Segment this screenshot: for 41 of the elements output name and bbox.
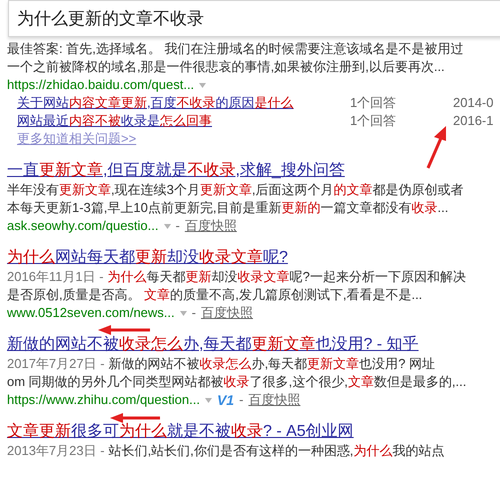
result-title-link[interactable]: 为什么网站每天都更新却没收录文章呢? bbox=[7, 247, 288, 268]
snippet-text: om 同期做的另外几个同类型网站都被收录了很多,这个很少,文章数但是最多的,... bbox=[7, 373, 466, 391]
question-link[interactable]: 关于网站内容文章更新,百度不收录的原因是什么 bbox=[17, 95, 294, 110]
url-text: www.0512seven.com/news... bbox=[7, 304, 175, 322]
arrow-drawing bbox=[426, 126, 446, 169]
snippet-text: 为什么每天都更新却没收录文章呢?一起来分析一下原因和解决 bbox=[108, 268, 466, 286]
snippet-text: 站长们,站长们,你们是否有这样的一种困惑,为什么我的站点 bbox=[108, 442, 444, 460]
snippet-text: 最佳答案: 首先,选择域名。 我们在注册域名的时候需要注意该域名是不是被用过 bbox=[7, 40, 464, 58]
snippet-text: 本每天更新1-3篇,早上10点前更新完,目前是重新更新的一篇文章都没有收录... bbox=[7, 199, 448, 217]
snippet-text: 半年没有更新文章,现在连续3个月 更新文章,后面这两个月 的文章都是伪原创或者 bbox=[7, 181, 464, 199]
arrow-drawing bbox=[110, 413, 160, 423]
snippet-text: 是否原创,质量是否高。 文章的质量不高,发几篇原创测试下,看看是不是... bbox=[7, 286, 422, 304]
answer-count: 1个回答 bbox=[350, 94, 398, 112]
snippet-text: 一个之前被降权的域名,那是一件很悲哀的事情,如果被你注册到,以后要再次... bbox=[7, 58, 445, 76]
date-text: 2016-1 bbox=[453, 112, 494, 130]
caret-icon[interactable] bbox=[180, 310, 187, 316]
separator-text: - bbox=[239, 391, 244, 409]
snapshot-link[interactable]: 百度快照 bbox=[248, 391, 300, 409]
result-title-link[interactable]: 一直更新文章,但百度就是不收录,求解_搜外问答 bbox=[7, 160, 345, 181]
question-link[interactable]: 网站最近内容不被收录是怎么回事 bbox=[17, 113, 212, 128]
separator-text: - bbox=[176, 217, 180, 235]
url-text: https://zhidao.baidu.com/quest... bbox=[7, 76, 194, 94]
snapshot-link[interactable]: 百度快照 bbox=[184, 217, 237, 235]
answer-count: 1个回答 bbox=[350, 112, 398, 130]
caret-icon[interactable] bbox=[164, 224, 170, 228]
date-text: 2016年11月1日 - bbox=[7, 268, 104, 286]
url-text: https://www.zhihu.com/question... bbox=[7, 391, 200, 409]
snapshot-link[interactable]: 百度快照 bbox=[200, 304, 253, 322]
separator-text: - bbox=[192, 304, 196, 322]
arrow-drawing bbox=[98, 325, 150, 335]
verified-text: V1 bbox=[216, 391, 234, 409]
caret-icon[interactable] bbox=[199, 82, 206, 88]
url-text: ask.seowhy.com/questio... bbox=[7, 217, 158, 235]
date-text: 2017年7月27日 - bbox=[7, 355, 105, 373]
date-text: 2014-0 bbox=[453, 94, 494, 112]
caret-icon[interactable] bbox=[204, 398, 212, 402]
snippet-text: 新做的网站不被收录怎么办,每天都更新文章也没用? 网址 bbox=[108, 355, 436, 373]
result-title-link[interactable]: 新做的网站不被收录怎么办,每天都更新文章也没用? - 知乎 bbox=[7, 334, 419, 355]
result-title-link[interactable]: 文章更新很多可为什么就是不被收录? - A5创业网 bbox=[7, 421, 354, 442]
search-field[interactable]: 为什么更新的文章不收录 bbox=[8, 0, 500, 37]
date-text: 2013年7月23日 - bbox=[7, 442, 105, 460]
